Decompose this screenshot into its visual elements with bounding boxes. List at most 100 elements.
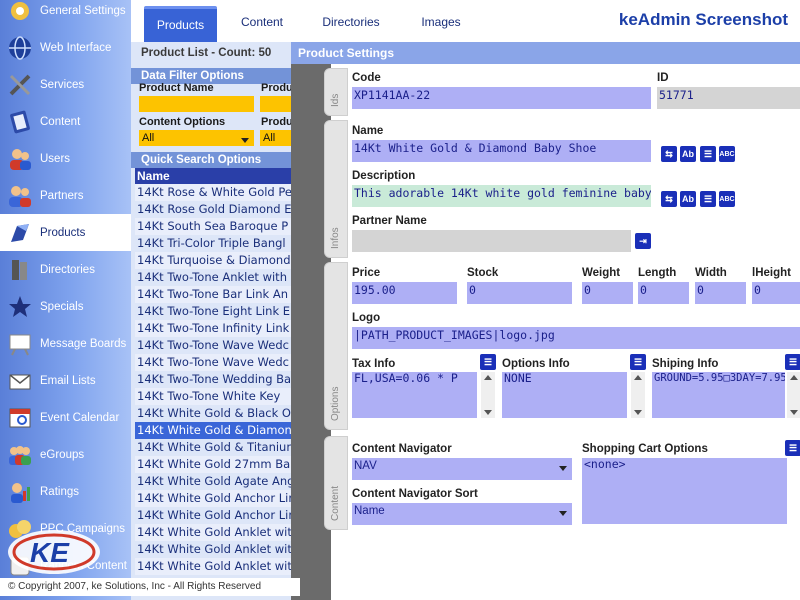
sidebar-item-label: Directories xyxy=(40,263,95,276)
list-item[interactable]: 14Kt White Gold Agate Ang xyxy=(135,473,291,490)
list-item[interactable]: 14Kt Two-Tone White Key xyxy=(135,388,291,405)
list-item[interactable]: 14Kt White Gold Anchor Lin xyxy=(135,507,291,524)
sidebar-item-label: Content xyxy=(40,115,81,128)
shipping-info-field[interactable]: GROUND=5.95□3DAY=7.95□2DAY=9.95□NEXT=19.… xyxy=(652,372,785,418)
filter-content-options-label: Content Options xyxy=(139,116,226,128)
list-item[interactable]: 14Kt White Gold Anchor Lir xyxy=(135,490,291,507)
product-list-count: Product List - Count: 50 xyxy=(141,47,272,59)
sidebar-item-general-settings[interactable]: General Settings xyxy=(0,0,131,29)
list-item[interactable]: 14Kt Turquoise & Diamond xyxy=(135,252,291,269)
code-field[interactable]: XP1141AA-22 xyxy=(352,87,651,109)
tab-content[interactable]: Content xyxy=(227,6,297,42)
sidebar-item-specials[interactable]: Specials xyxy=(0,288,131,325)
spellcheck-icon[interactable]: ABC xyxy=(719,146,735,162)
star-icon xyxy=(4,293,36,321)
list-item[interactable]: 14Kt Tri-Color Triple Bangl xyxy=(135,235,291,252)
scroll-up-icon xyxy=(484,375,492,380)
length-field[interactable]: 0 xyxy=(638,282,689,304)
list-item[interactable]: 14Kt White Gold 27mm Bar xyxy=(135,456,291,473)
list-item[interactable]: 14Kt White Gold & Black O xyxy=(135,405,291,422)
dialog-title[interactable]: Product Settings xyxy=(291,42,800,64)
stock-field[interactable]: 0 xyxy=(467,282,572,304)
globe-icon xyxy=(4,34,36,62)
filter-product-input-2[interactable] xyxy=(260,96,291,112)
list-item[interactable]: 14Kt Two-Tone Eight Link E xyxy=(135,303,291,320)
list-item[interactable]: 14Kt Two-Tone Wave Wedc xyxy=(135,354,291,371)
options-info-scrollbar[interactable] xyxy=(631,372,645,418)
list-item[interactable]: 14Kt Two-Tone Wave Wedc xyxy=(135,337,291,354)
tab-directories[interactable]: Directories xyxy=(307,6,395,42)
logo-field[interactable]: |PATH_PRODUCT_IMAGES|logo.jpg xyxy=(352,327,800,349)
partner-name-field[interactable] xyxy=(352,230,631,252)
list-item[interactable]: 14Kt Two-Tone Infinity Link xyxy=(135,320,291,337)
product-settings-dialog: Product Settings Ids Code XP1141AA-22 ID… xyxy=(291,42,800,600)
filter-product-label-3: Produ xyxy=(261,116,291,128)
shipping-info-scrollbar[interactable] xyxy=(787,372,800,418)
list-icon[interactable]: ☰ xyxy=(785,440,800,456)
list-icon[interactable]: ☰ xyxy=(785,354,800,370)
sidebar-item-directories[interactable]: Directories xyxy=(0,251,131,288)
content-navigator-sort-select[interactable]: Name xyxy=(352,503,572,525)
tax-info-scrollbar[interactable] xyxy=(481,372,495,418)
price-field[interactable]: 195.00 xyxy=(352,282,457,304)
sidebar-item-egroups[interactable]: eGroups xyxy=(0,436,131,473)
chevron-down-icon xyxy=(559,466,567,471)
shopping-cart-options-field[interactable]: <none> xyxy=(582,458,787,524)
scroll-down-icon xyxy=(484,410,492,415)
content-navigator-select[interactable]: NAV xyxy=(352,458,572,480)
description-label: Description xyxy=(352,170,416,182)
list-item[interactable]: 14Kt Two-Tone Wedding Ba xyxy=(135,371,291,388)
list-icon[interactable]: ☰ xyxy=(480,354,496,370)
sidebar-item-message-boards[interactable]: Message Boards xyxy=(0,325,131,362)
id-label: ID xyxy=(657,72,669,84)
filter-product-name-input[interactable] xyxy=(139,96,254,112)
filter-product-select-3[interactable]: All xyxy=(260,130,291,146)
sidebar-item-products[interactable]: Products xyxy=(0,214,131,251)
code-label: Code xyxy=(352,72,381,84)
list-icon[interactable]: ☰ xyxy=(700,146,716,162)
list-item[interactable]: 14Kt Two-Tone Anklet with xyxy=(135,269,291,286)
content-navigator-sort-label: Content Navigator Sort xyxy=(352,488,478,500)
quick-search-header: Quick Search Options xyxy=(131,152,291,168)
width-field[interactable]: 0 xyxy=(695,282,746,304)
name-field[interactable]: 14Kt White Gold & Diamond Baby Shoe xyxy=(352,140,651,162)
tax-info-field[interactable]: FL,USA=0.06 * P xyxy=(352,372,477,418)
height-field[interactable]: 0 xyxy=(752,282,800,304)
content-navigator-value: NAV xyxy=(354,460,377,472)
spellcheck-icon[interactable]: ABC xyxy=(719,191,735,207)
partner-select-icon[interactable]: ⇥ xyxy=(635,233,651,249)
sidebar-item-ratings[interactable]: Ratings xyxy=(0,473,131,510)
weight-field[interactable]: 0 xyxy=(582,282,633,304)
top-tab-bar: Products Content Directories Images keAd… xyxy=(131,0,800,46)
tab-images[interactable]: Images xyxy=(405,6,477,42)
options-info-field[interactable]: NONE xyxy=(502,372,627,418)
list-item[interactable]: 14Kt White Gold Anklet wit xyxy=(135,541,291,558)
sidebar-item-content[interactable]: Content xyxy=(0,103,131,140)
sidebar-item-web-interface[interactable]: Web Interface xyxy=(0,29,131,66)
tab-products[interactable]: Products xyxy=(144,6,217,42)
list-icon[interactable]: ☰ xyxy=(700,191,716,207)
sidebar-item-email-lists[interactable]: Email Lists xyxy=(0,362,131,399)
case-icon[interactable]: Ab xyxy=(680,146,696,162)
list-item[interactable]: 14Kt White Gold & Titanium xyxy=(135,439,291,456)
case-icon[interactable]: Ab xyxy=(680,191,696,207)
swap-icon[interactable]: ⇆ xyxy=(661,191,677,207)
filter-content-options-select[interactable]: All xyxy=(139,130,254,146)
sidebar-item-partners[interactable]: Partners xyxy=(0,177,131,214)
list-item[interactable]: 14Kt Rose Gold Diamond E xyxy=(135,201,291,218)
list-item[interactable]: 14Kt Two-Tone Bar Link An xyxy=(135,286,291,303)
description-field[interactable]: This adorable 14Kt white gold feminine b… xyxy=(352,185,651,207)
sidebar-item-users[interactable]: Users xyxy=(0,140,131,177)
swap-icon[interactable]: ⇆ xyxy=(661,146,677,162)
list-item[interactable]: 14Kt Rose & White Gold Pe xyxy=(135,184,291,201)
sidebar-item-services[interactable]: Services xyxy=(0,66,131,103)
id-field[interactable]: 51771 xyxy=(657,87,800,109)
list-item[interactable]: 14Kt White Gold Anklet wit xyxy=(135,558,291,575)
list-icon[interactable]: ☰ xyxy=(630,354,646,370)
list-item[interactable]: 14Kt White Gold Anklet wit xyxy=(135,524,291,541)
list-item[interactable]: 14Kt South Sea Baroque P xyxy=(135,218,291,235)
list-column-name[interactable]: Name xyxy=(135,168,291,184)
height-label: lHeight xyxy=(752,267,791,279)
sidebar-item-event-calendar[interactable]: Event Calendar xyxy=(0,399,131,436)
list-item[interactable]: 14Kt White Gold & Diamonc xyxy=(135,422,291,439)
